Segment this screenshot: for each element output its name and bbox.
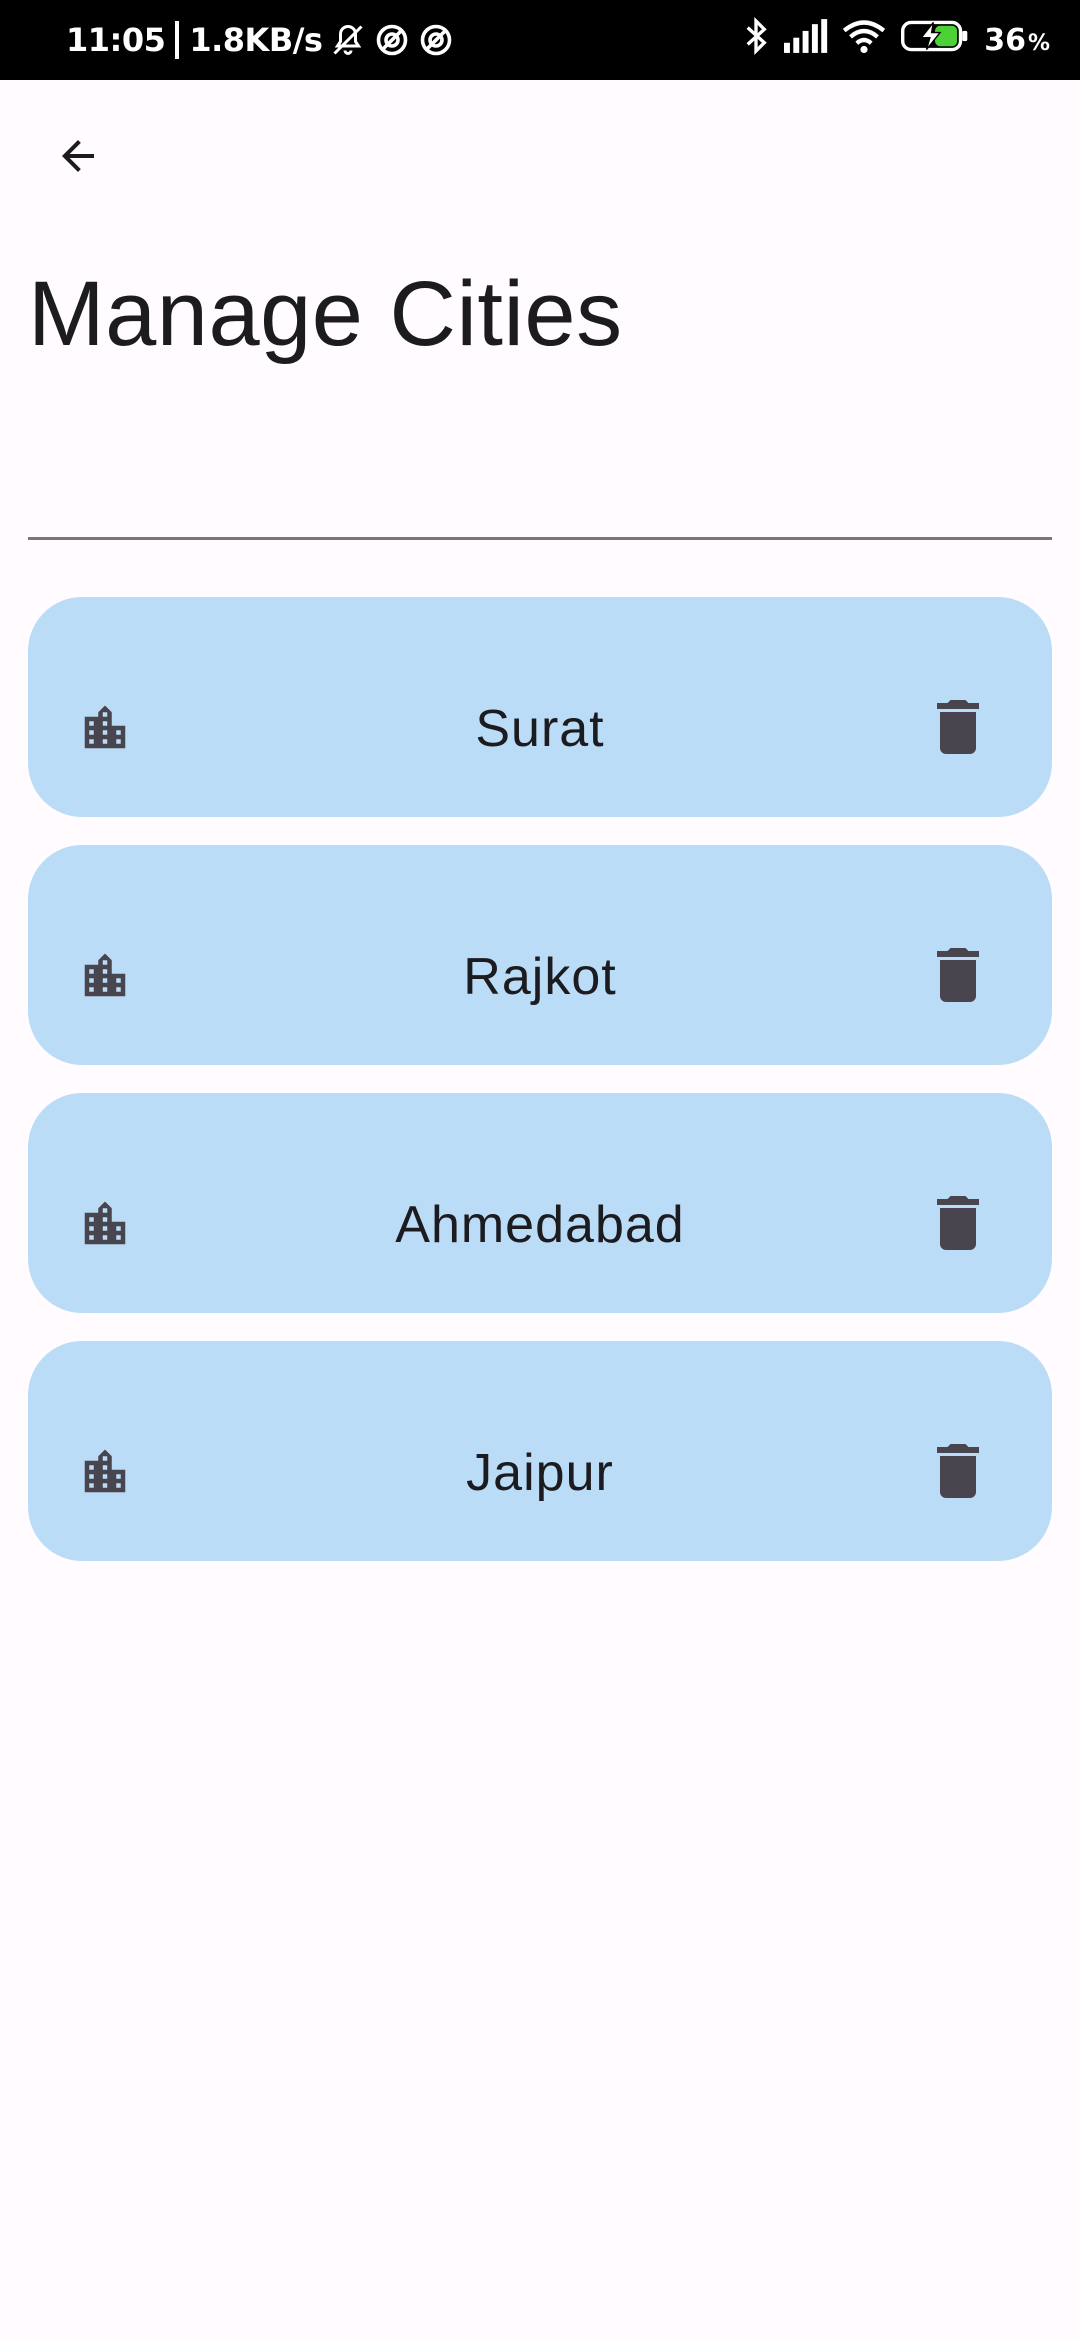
- mute-icon: [330, 22, 366, 58]
- status-right: 36 %: [742, 16, 1050, 64]
- battery-charging-icon: [900, 19, 970, 61]
- wifi-icon: [842, 18, 886, 62]
- delete-icon: [934, 699, 982, 759]
- city-name: Jaipur: [466, 1444, 614, 1502]
- battery-percent-value: 36: [984, 22, 1026, 58]
- city-name: Surat: [475, 700, 605, 758]
- focus-icon: [418, 22, 454, 58]
- status-net-speed: 1.8KB/s: [189, 21, 323, 59]
- city-name: Ahmedabad: [395, 1196, 685, 1254]
- delete-button[interactable]: [918, 689, 998, 769]
- status-left: 11:05 1.8KB/s: [66, 21, 454, 59]
- delete-icon: [934, 1195, 982, 1255]
- city-list: Surat Rajkot Ahmedabad Jaipur: [28, 597, 1052, 1589]
- delete-icon: [934, 947, 982, 1007]
- back-button[interactable]: [38, 118, 118, 198]
- status-bar: 11:05 1.8KB/s 36 %: [0, 0, 1080, 80]
- city-card[interactable]: Surat: [28, 597, 1052, 817]
- arrow-back-icon: [54, 132, 102, 185]
- page-title: Manage Cities: [28, 263, 623, 365]
- city-input[interactable]: [28, 440, 1052, 540]
- battery-percent: 36 %: [984, 23, 1050, 58]
- delete-button[interactable]: [918, 1185, 998, 1265]
- city-name: Rajkot: [463, 948, 617, 1006]
- focus-icon: [374, 22, 410, 58]
- city-card[interactable]: Jaipur: [28, 1341, 1052, 1561]
- delete-button[interactable]: [918, 1433, 998, 1513]
- battery-percent-sign: %: [1027, 30, 1050, 56]
- bluetooth-icon: [742, 16, 770, 64]
- city-card[interactable]: Ahmedabad: [28, 1093, 1052, 1313]
- city-card[interactable]: Rajkot: [28, 845, 1052, 1065]
- signal-icon: [784, 19, 828, 61]
- delete-icon: [934, 1443, 982, 1503]
- status-time: 11:05: [66, 21, 166, 59]
- delete-button[interactable]: [918, 937, 998, 1017]
- status-separator: [175, 21, 180, 59]
